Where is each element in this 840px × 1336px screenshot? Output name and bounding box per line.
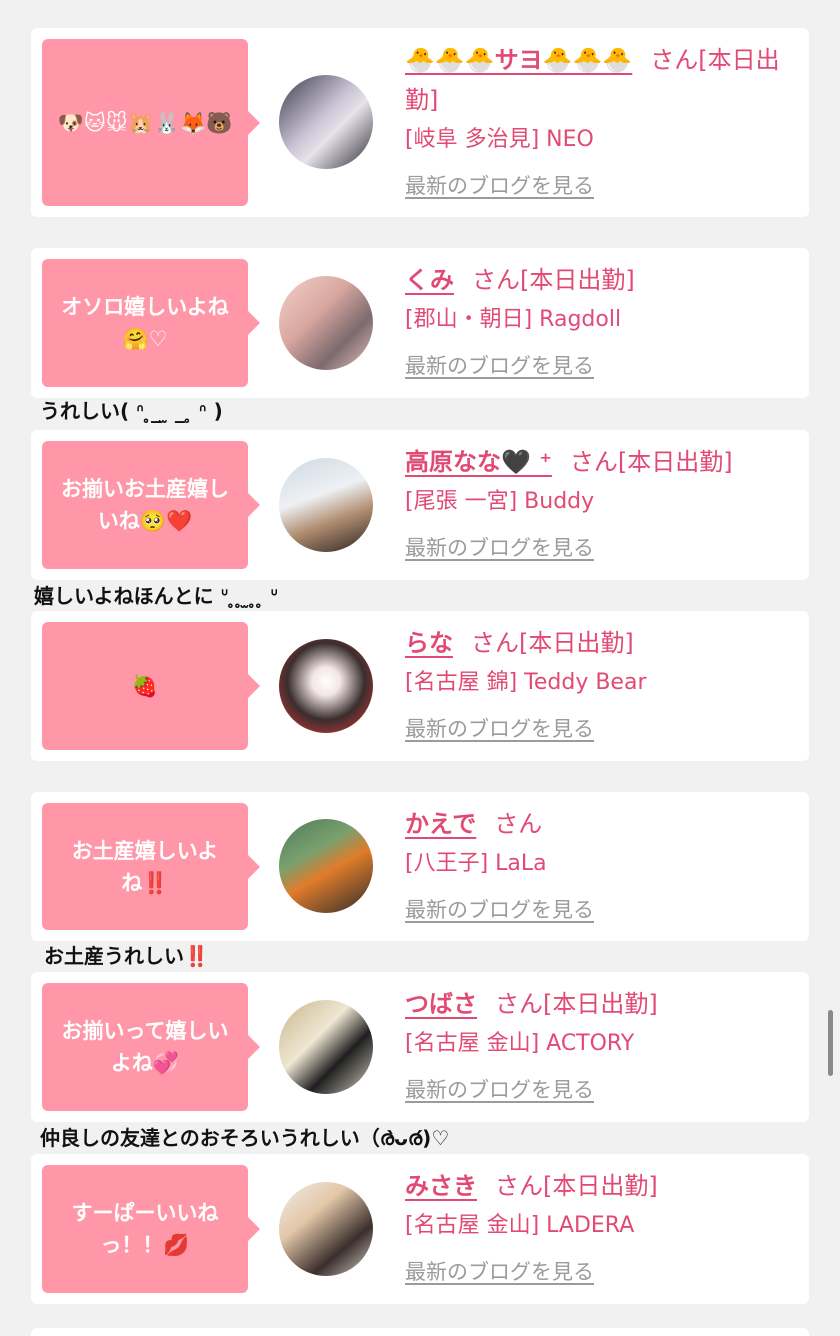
avatar[interactable] bbox=[279, 75, 373, 169]
cast-info: かえで さん [八王子] LaLa 最新のブログを見る bbox=[405, 804, 789, 930]
cast-name-link[interactable]: 🐣🐣🐣サヨ🐣🐣🐣 bbox=[405, 46, 632, 74]
avatar[interactable] bbox=[279, 458, 373, 552]
shop-label: [名古屋 錦] Teddy Bear bbox=[405, 670, 647, 695]
cast-name-link[interactable]: らな bbox=[405, 629, 453, 657]
latest-blog-link[interactable]: 最新のブログを見る bbox=[405, 1070, 594, 1110]
avatar[interactable] bbox=[279, 1000, 373, 1094]
cast-name-link[interactable]: くみ bbox=[405, 266, 454, 294]
avatar[interactable] bbox=[279, 639, 373, 733]
next-card-edge bbox=[31, 1328, 809, 1336]
avatar[interactable] bbox=[279, 1182, 373, 1276]
comment-bubble: お土産嬉しいよね‼️ bbox=[42, 803, 260, 930]
avatar[interactable] bbox=[279, 276, 373, 370]
shop-label: [八王子] LaLa bbox=[405, 851, 547, 876]
cast-name-link[interactable]: みさき bbox=[405, 1172, 477, 1200]
cast-info: 🐣🐣🐣サヨ🐣🐣🐣 さん[本日出勤] [岐阜 多治見] NEO 最新のブログを見る bbox=[405, 40, 789, 206]
name-suffix: さん[本日出勤] bbox=[495, 1172, 658, 1200]
reply-comment: 仲良しの友達とのおそろいうれしい（ര̀ᴗര́)♡ bbox=[40, 1126, 450, 1150]
cast-info: らな さん[本日出勤] [名古屋 錦] Teddy Bear 最新のブログを見る bbox=[405, 623, 789, 749]
cast-name-link[interactable]: つばさ bbox=[405, 990, 477, 1018]
name-suffix: さん[本日出勤] bbox=[569, 448, 733, 476]
name-suffix: さん[本日出勤] bbox=[495, 990, 658, 1018]
latest-blog-link[interactable]: 最新のブログを見る bbox=[405, 709, 594, 749]
comment-bubble: オソロ嬉しいよね🤗♡ bbox=[42, 259, 260, 387]
cast-info: みさき さん[本日出勤] [名古屋 金山] LADERA 最新のブログを見る bbox=[405, 1166, 789, 1292]
shop-label: [名古屋 金山] LADERA bbox=[405, 1213, 635, 1238]
comment-bubble: 🍓 bbox=[42, 622, 260, 750]
comment-bubble: 🐶🐱🐭🐹🐰🦊🐻 bbox=[42, 39, 260, 206]
latest-blog-link[interactable]: 最新のブログを見る bbox=[405, 166, 594, 206]
review-card: 🍓 らな さん[本日出勤] [名古屋 錦] Teddy Bear 最新のブログを見… bbox=[31, 611, 809, 761]
scrollbar-thumb[interactable] bbox=[828, 1010, 833, 1076]
latest-blog-link[interactable]: 最新のブログを見る bbox=[405, 346, 594, 386]
cast-name-link[interactable]: 高原なな🖤 ⁺ bbox=[405, 448, 552, 476]
shop-label: [尾張 一宮] Buddy bbox=[405, 489, 595, 514]
reply-comment: うれしい( ᐢ ̥_ ̫ _ ̥ ᐢ ) bbox=[40, 399, 223, 423]
shop-label: [名古屋 金山] ACTORY bbox=[405, 1031, 635, 1056]
shop-label: [岐阜 多治見] NEO bbox=[405, 127, 594, 152]
cast-info: 高原なな🖤 ⁺ さん[本日出勤] [尾張 一宮] Buddy 最新のブログを見る bbox=[405, 442, 789, 568]
review-card: お土産嬉しいよね‼️ かえで さん [八王子] LaLa 最新のブログを見る bbox=[31, 792, 809, 941]
latest-blog-link[interactable]: 最新のブログを見る bbox=[405, 528, 594, 568]
comment-bubble: すーぱーいいねっ！！💋 bbox=[42, 1165, 260, 1293]
review-card: 🐶🐱🐭🐹🐰🦊🐻 🐣🐣🐣サヨ🐣🐣🐣 さん[本日出勤] [岐阜 多治見] NEO 最新… bbox=[31, 28, 809, 217]
reply-comment: お土産うれしい‼️ bbox=[44, 944, 209, 968]
name-suffix: さん[本日出勤] bbox=[471, 266, 635, 294]
review-card: お揃いって嬉しいよね💞 つばさ さん[本日出勤] [名古屋 金山] ACTORY … bbox=[31, 972, 809, 1122]
review-card: お揃いお土産嬉しいね🥺❤️ 高原なな🖤 ⁺ さん[本日出勤] [尾張 一宮] Bu… bbox=[31, 430, 809, 580]
comment-bubble: お揃いお土産嬉しいね🥺❤️ bbox=[42, 441, 260, 569]
name-suffix: さん bbox=[494, 810, 543, 838]
shop-label: [郡山・朝日] Ragdoll bbox=[405, 307, 622, 332]
comment-bubble: お揃いって嬉しいよね💞 bbox=[42, 983, 260, 1111]
latest-blog-link[interactable]: 最新のブログを見る bbox=[405, 1252, 594, 1292]
cast-name-link[interactable]: かえで bbox=[405, 810, 476, 838]
latest-blog-link[interactable]: 最新のブログを見る bbox=[405, 890, 594, 930]
cast-info: つばさ さん[本日出勤] [名古屋 金山] ACTORY 最新のブログを見る bbox=[405, 984, 789, 1110]
cast-info: くみ さん[本日出勤] [郡山・朝日] Ragdoll 最新のブログを見る bbox=[405, 260, 789, 386]
reply-comment: 嬉しいよねほんとに ᐡ ̥ ̥ ̫ ̥ ̥ ᐡ bbox=[34, 584, 279, 608]
avatar[interactable] bbox=[279, 819, 373, 913]
name-suffix: さん[本日出勤] bbox=[471, 629, 634, 657]
review-card: すーぱーいいねっ！！💋 みさき さん[本日出勤] [名古屋 金山] LADERA … bbox=[31, 1154, 809, 1304]
review-card: オソロ嬉しいよね🤗♡ くみ さん[本日出勤] [郡山・朝日] Ragdoll 最新… bbox=[31, 248, 809, 398]
